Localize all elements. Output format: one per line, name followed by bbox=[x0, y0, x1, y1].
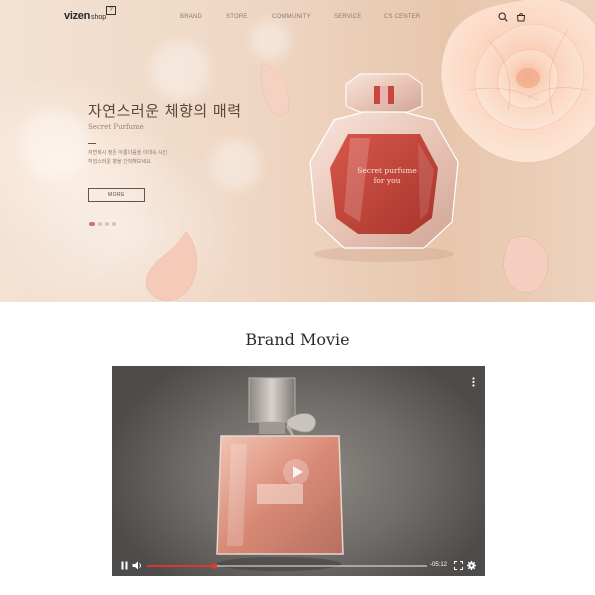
progress-bar[interactable] bbox=[147, 563, 427, 569]
bottle-label-line1: Secret purfume bbox=[357, 166, 417, 175]
more-button[interactable]: MORE bbox=[88, 188, 145, 202]
nav-item-store[interactable]: STORE bbox=[226, 14, 248, 20]
section-title: Brand Movie bbox=[245, 330, 350, 349]
slide-dot-2[interactable] bbox=[98, 222, 102, 226]
hero-description-line1: 자연복시 정돈 아롬다음을 이대속 시킨 bbox=[88, 150, 168, 156]
slide-dot-4[interactable] bbox=[112, 222, 116, 226]
hero-banner: Secret purfume for you vizen shop ? BRAN… bbox=[0, 0, 595, 302]
petal-image bbox=[503, 236, 549, 294]
nav-item-cs-center[interactable]: CS CENTER bbox=[384, 14, 420, 20]
cart-icon[interactable] bbox=[516, 12, 526, 22]
search-icon[interactable] bbox=[498, 12, 508, 22]
more-vert-icon[interactable] bbox=[472, 377, 475, 387]
nav-item-brand[interactable]: BRAND bbox=[180, 14, 202, 20]
video-controls: -05:12 bbox=[112, 556, 485, 576]
divider bbox=[88, 143, 96, 144]
petal-image bbox=[260, 62, 290, 116]
play-icon[interactable] bbox=[282, 458, 310, 486]
progress-fill bbox=[147, 565, 215, 567]
nav-item-community[interactable]: COMMUNITY bbox=[272, 14, 311, 20]
site-header: vizen shop ? BRAND STORE COMMUNITY SERVI… bbox=[0, 0, 595, 36]
slide-dot-1[interactable] bbox=[89, 222, 95, 226]
hero-title: 자연스러운 체향의 매력 bbox=[88, 102, 242, 120]
volume-icon[interactable] bbox=[132, 561, 142, 570]
hero-description-line2: 히엄스러운 향을 간직해보세요. bbox=[88, 159, 152, 165]
petal-image bbox=[146, 231, 197, 301]
progress-handle[interactable] bbox=[211, 563, 218, 569]
settings-icon[interactable] bbox=[467, 561, 476, 570]
bottle-label-line2: for you bbox=[373, 176, 401, 185]
pause-icon[interactable] bbox=[121, 561, 128, 570]
slide-indicator bbox=[89, 222, 116, 226]
hero-subtitle: Secret Purfume bbox=[88, 123, 144, 131]
slide-dot-3[interactable] bbox=[105, 222, 109, 226]
fullscreen-icon[interactable] bbox=[454, 561, 463, 570]
time-display: -05:12 bbox=[430, 562, 448, 568]
hero-description: 자연복시 정돈 아롬다음을 이대속 시킨 히엄스러운 향을 간직해보세요. bbox=[88, 149, 198, 167]
nav-item-service[interactable]: SERVICE bbox=[334, 14, 362, 20]
